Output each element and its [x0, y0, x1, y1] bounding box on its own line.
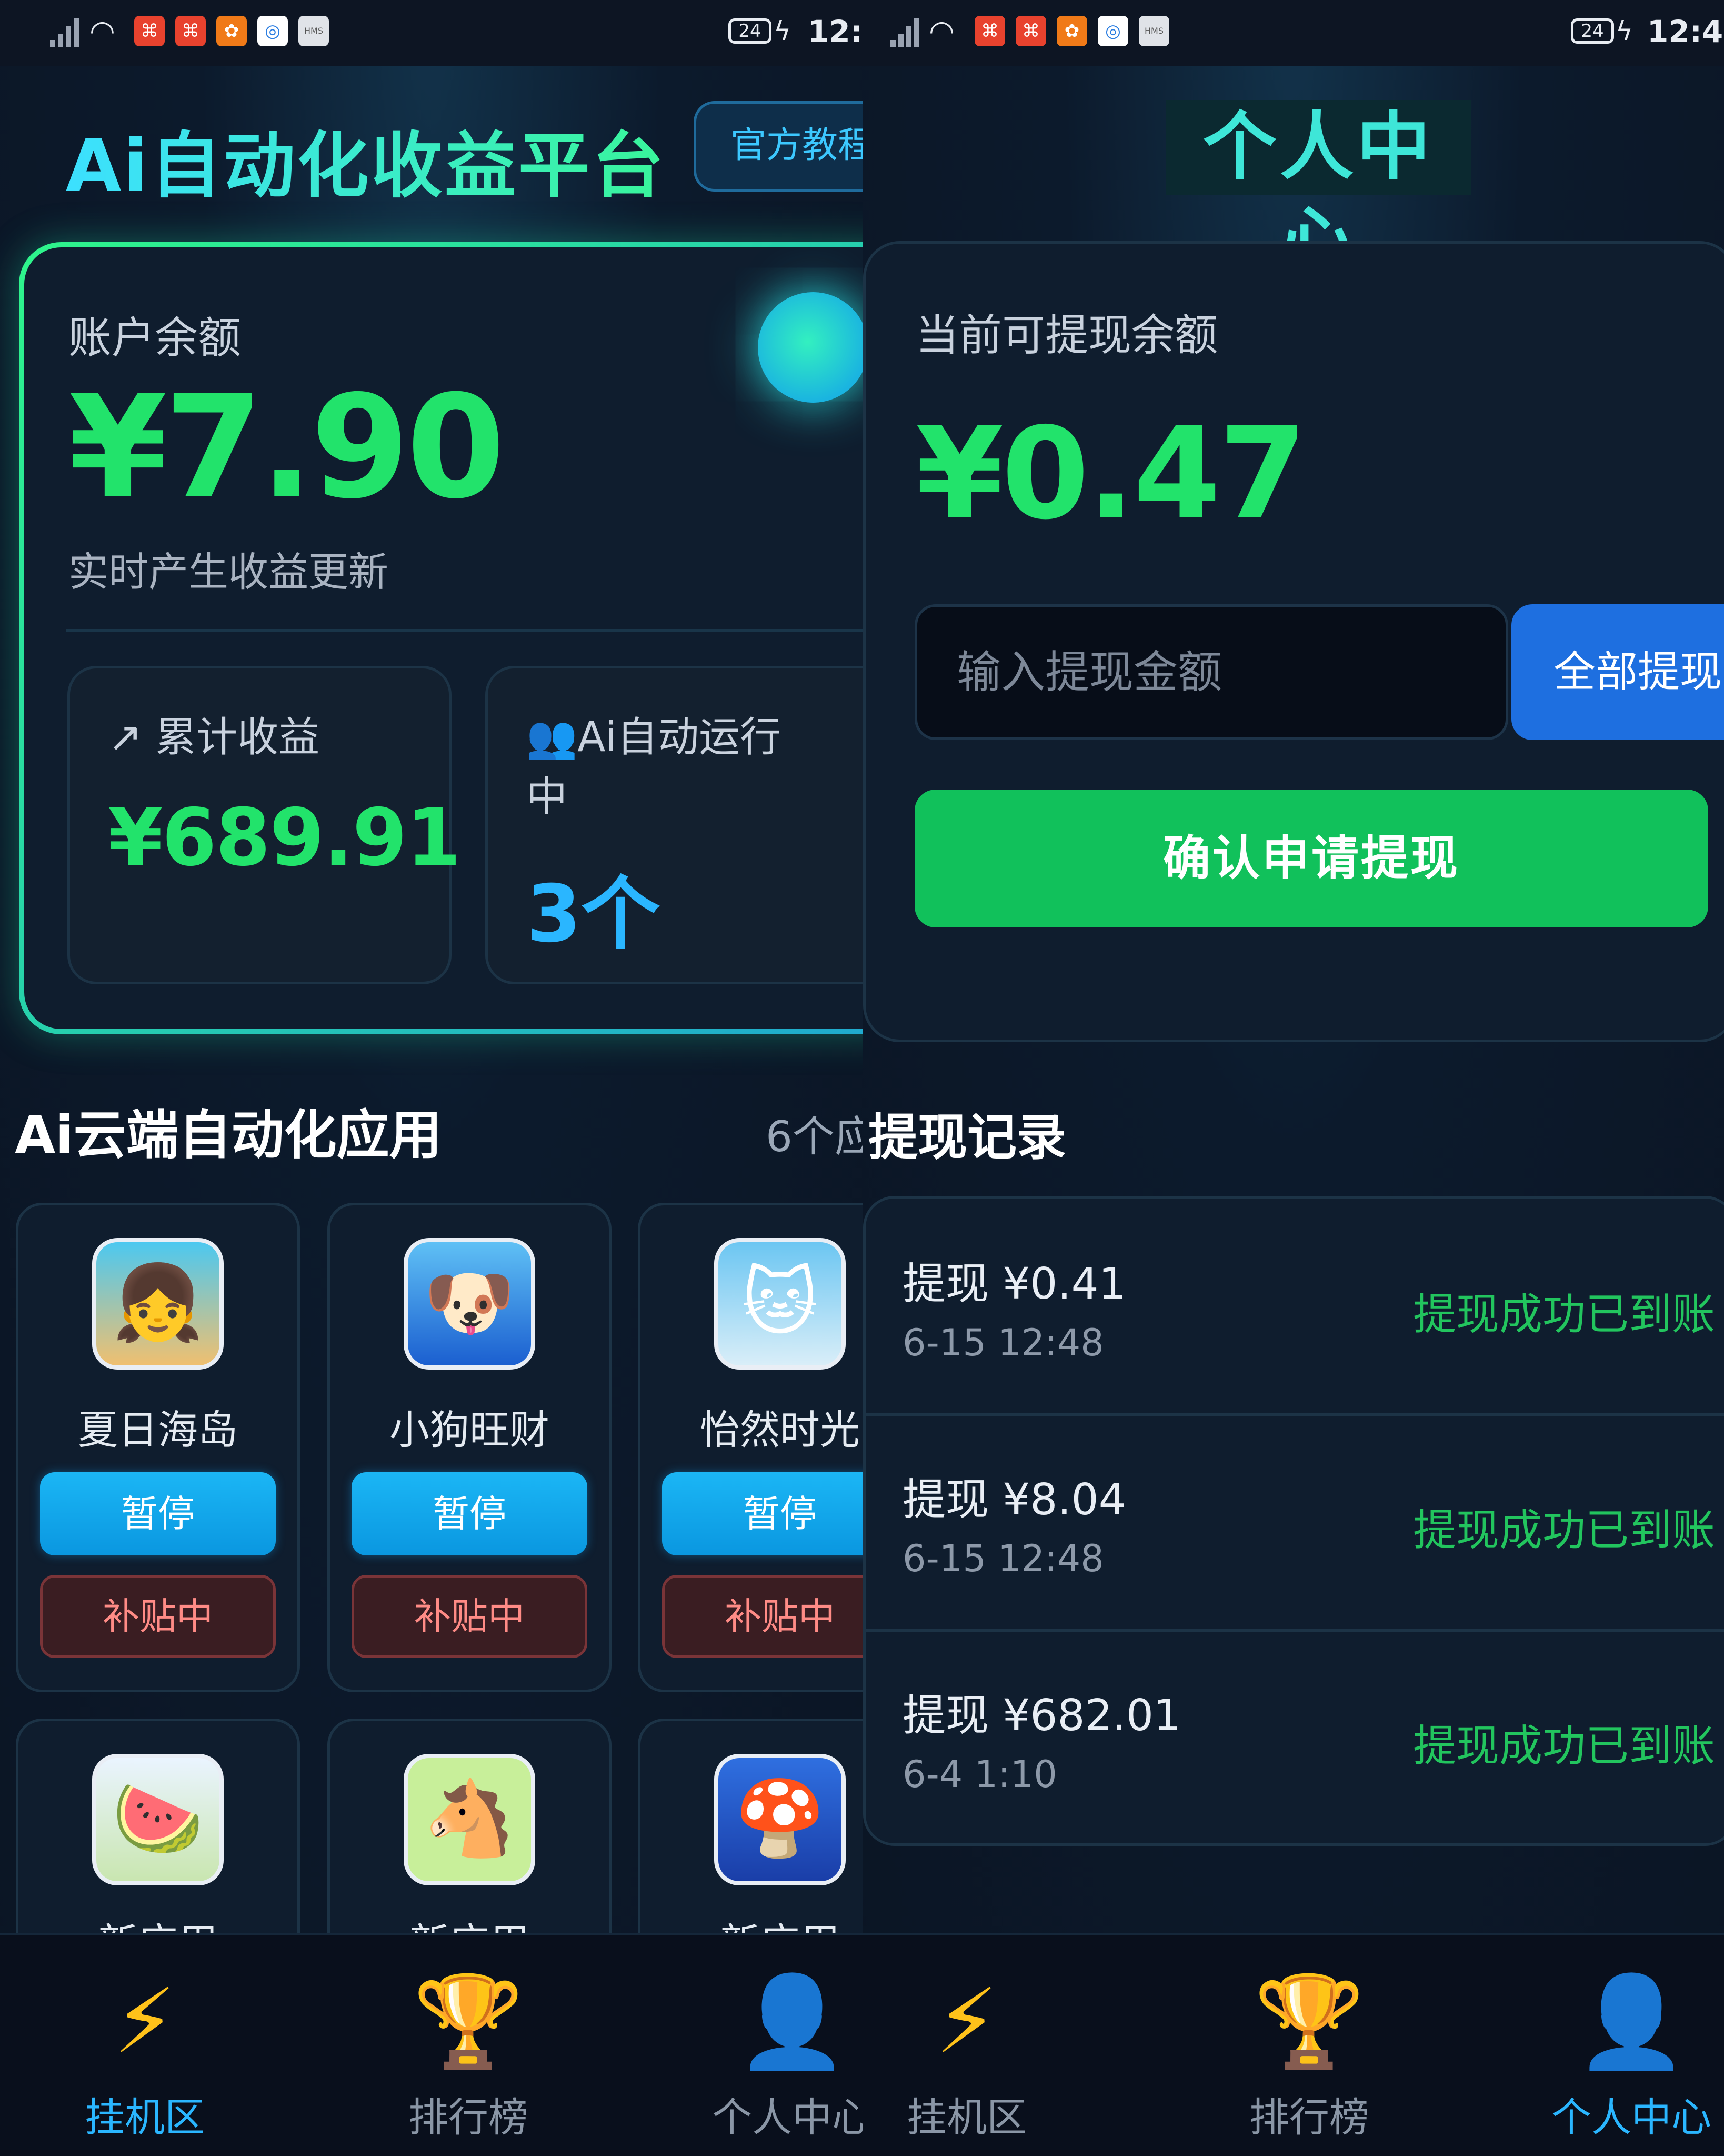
record-status: 提现成功已到账: [1413, 1290, 1716, 1340]
pause-button[interactable]: 暂停: [352, 1472, 587, 1555]
signal-icon: [890, 16, 922, 47]
divider: [863, 1413, 1724, 1416]
charging-icon: ϟ: [774, 16, 791, 46]
subsidy-button[interactable]: 补贴中: [40, 1575, 276, 1658]
notification-app-icon: ⌘: [1016, 16, 1046, 46]
notification-app-icon: ✿: [216, 16, 247, 46]
record-time: 6-15 12:48: [903, 1537, 1104, 1580]
balance-amount: ¥7.90: [68, 364, 505, 530]
charging-icon: ϟ: [1616, 16, 1633, 46]
nav-item-hangup[interactable]: ⚡ 挂机区: [39, 1935, 250, 2156]
withdrawable-amount: ¥0.47: [916, 400, 1307, 547]
running-apps-label: 👥Ai自动运行中: [526, 714, 781, 821]
withdrawable-label: 当前可提现余额: [916, 311, 1218, 361]
nav-item-ranking[interactable]: 🏆 排行榜: [363, 1935, 574, 2156]
user-icon: 👤: [736, 1970, 848, 2074]
hms-icon: HMS: [1139, 16, 1169, 46]
page-title: Ai自动化收益平台: [66, 108, 666, 212]
official-tutorial-button[interactable]: 官方教程<: [694, 101, 863, 192]
notification-app-icon: ◎: [257, 16, 288, 46]
nav-label: 排行榜: [1249, 2094, 1369, 2141]
bottom-nav: ⚡ 挂机区 🏆 排行榜 👤 个人中心: [0, 1933, 863, 2156]
bottom-nav: ⚡ 挂机区 🏆 排行榜 👤 个人中心: [863, 1933, 1724, 2156]
divider: [66, 629, 863, 632]
fruit-icon[interactable]: 🍉: [92, 1754, 224, 1885]
left-screen: ◠ ⌘ ⌘ ✿ ◎ HMS 24 ϟ 12:4 Ai自动化收益平台 官方教程< …: [0, 0, 863, 2156]
nav-item-hangup[interactable]: ⚡ 挂机区: [863, 1935, 1072, 2156]
cumulative-earnings-label: ↗ 累计收益: [108, 714, 320, 761]
nav-label: 挂机区: [85, 2094, 205, 2141]
subsidy-button[interactable]: 补贴中: [662, 1575, 863, 1658]
record-amount: 提现 ¥682.01: [903, 1691, 1181, 1741]
cat-icon[interactable]: 🐱: [714, 1238, 846, 1370]
record-time: 6-4 1:10: [903, 1753, 1057, 1796]
lightning-icon: ⚡: [113, 1970, 176, 2074]
apps-section-title: Ai云端自动化应用: [15, 1104, 442, 1166]
battery-icon: 24: [1571, 18, 1614, 44]
clock: 12:4: [808, 14, 863, 49]
nav-label: 挂机区: [907, 2094, 1027, 2141]
status-bar: ◠ ⌘ ⌘ ✿ ◎ HMS 24 ϟ 12:4: [0, 0, 863, 66]
nav-item-ranking[interactable]: 🏆 排行榜: [1204, 1935, 1415, 2156]
notification-app-icon: ✿: [1057, 16, 1087, 46]
pause-button[interactable]: 暂停: [662, 1472, 863, 1555]
apps-count: 6个应: [766, 1112, 863, 1161]
cumulative-earnings-value: ¥689.91: [108, 792, 461, 884]
lightning-icon: ⚡: [935, 1970, 998, 2074]
app-name: 夏日海岛: [78, 1406, 238, 1453]
balance-subtitle: 实时产生收益更新: [68, 548, 388, 595]
clock: 12:48: [1647, 14, 1724, 49]
horse-icon[interactable]: 🐴: [404, 1754, 535, 1885]
trophy-icon: 🏆: [413, 1970, 524, 2074]
wifi-icon: ◠: [929, 14, 955, 48]
dog-icon[interactable]: 🐶: [404, 1238, 535, 1370]
wifi-icon: ◠: [89, 14, 115, 48]
records-title: 提现记录: [868, 1109, 1067, 1166]
nav-label: 排行榜: [408, 2094, 528, 2141]
nav-item-profile[interactable]: 👤 个人中心: [687, 1935, 863, 2156]
notification-app-icon: ◎: [1098, 16, 1128, 46]
record-time: 6-15 12:48: [903, 1321, 1104, 1364]
signal-icon: [50, 16, 82, 47]
right-screen: ◠ ⌘ ⌘ ✿ ◎ HMS 24 ϟ 12:48 个人中心 当前可提现余额 ¥0…: [863, 0, 1724, 2156]
balance-label: 账户余额: [68, 313, 242, 363]
withdraw-all-button[interactable]: 全部提现: [1511, 604, 1724, 740]
girl-island-icon[interactable]: 👧: [92, 1238, 224, 1370]
battery-icon: 24: [728, 18, 771, 44]
nav-label: 个人中心: [712, 2094, 863, 2141]
glow-orb: [758, 292, 863, 403]
running-apps-value: 3个: [526, 869, 660, 960]
record-status: 提现成功已到账: [1413, 1721, 1716, 1771]
divider: [863, 1629, 1724, 1632]
pause-button[interactable]: 暂停: [40, 1472, 276, 1555]
hms-icon: HMS: [298, 16, 329, 46]
nav-item-profile[interactable]: 👤 个人中心: [1526, 1935, 1724, 2156]
status-bar: ◠ ⌘ ⌘ ✿ ◎ HMS 24 ϟ 12:48: [863, 0, 1724, 66]
confirm-withdraw-button[interactable]: 确认申请提现: [915, 790, 1708, 927]
record-status: 提现成功已到账: [1413, 1505, 1716, 1555]
mushroom-tile-icon[interactable]: 🍄: [714, 1754, 846, 1885]
app-name: 小狗旺财: [389, 1406, 549, 1453]
trophy-icon: 🏆: [1254, 1970, 1365, 2074]
page-title: 个人中心: [1166, 100, 1471, 285]
notification-app-icon: ⌘: [134, 16, 165, 46]
notification-app-icon: ⌘: [975, 16, 1005, 46]
subsidy-button[interactable]: 补贴中: [352, 1575, 587, 1658]
app-name: 怡然时光: [700, 1406, 860, 1453]
notification-app-icon: ⌘: [175, 16, 206, 46]
user-icon: 👤: [1576, 1970, 1687, 2074]
withdraw-amount-input[interactable]: 输入提现金额: [915, 604, 1508, 740]
nav-label: 个人中心: [1551, 2094, 1711, 2141]
record-amount: 提现 ¥8.04: [903, 1475, 1126, 1525]
record-amount: 提现 ¥0.41: [903, 1259, 1126, 1309]
